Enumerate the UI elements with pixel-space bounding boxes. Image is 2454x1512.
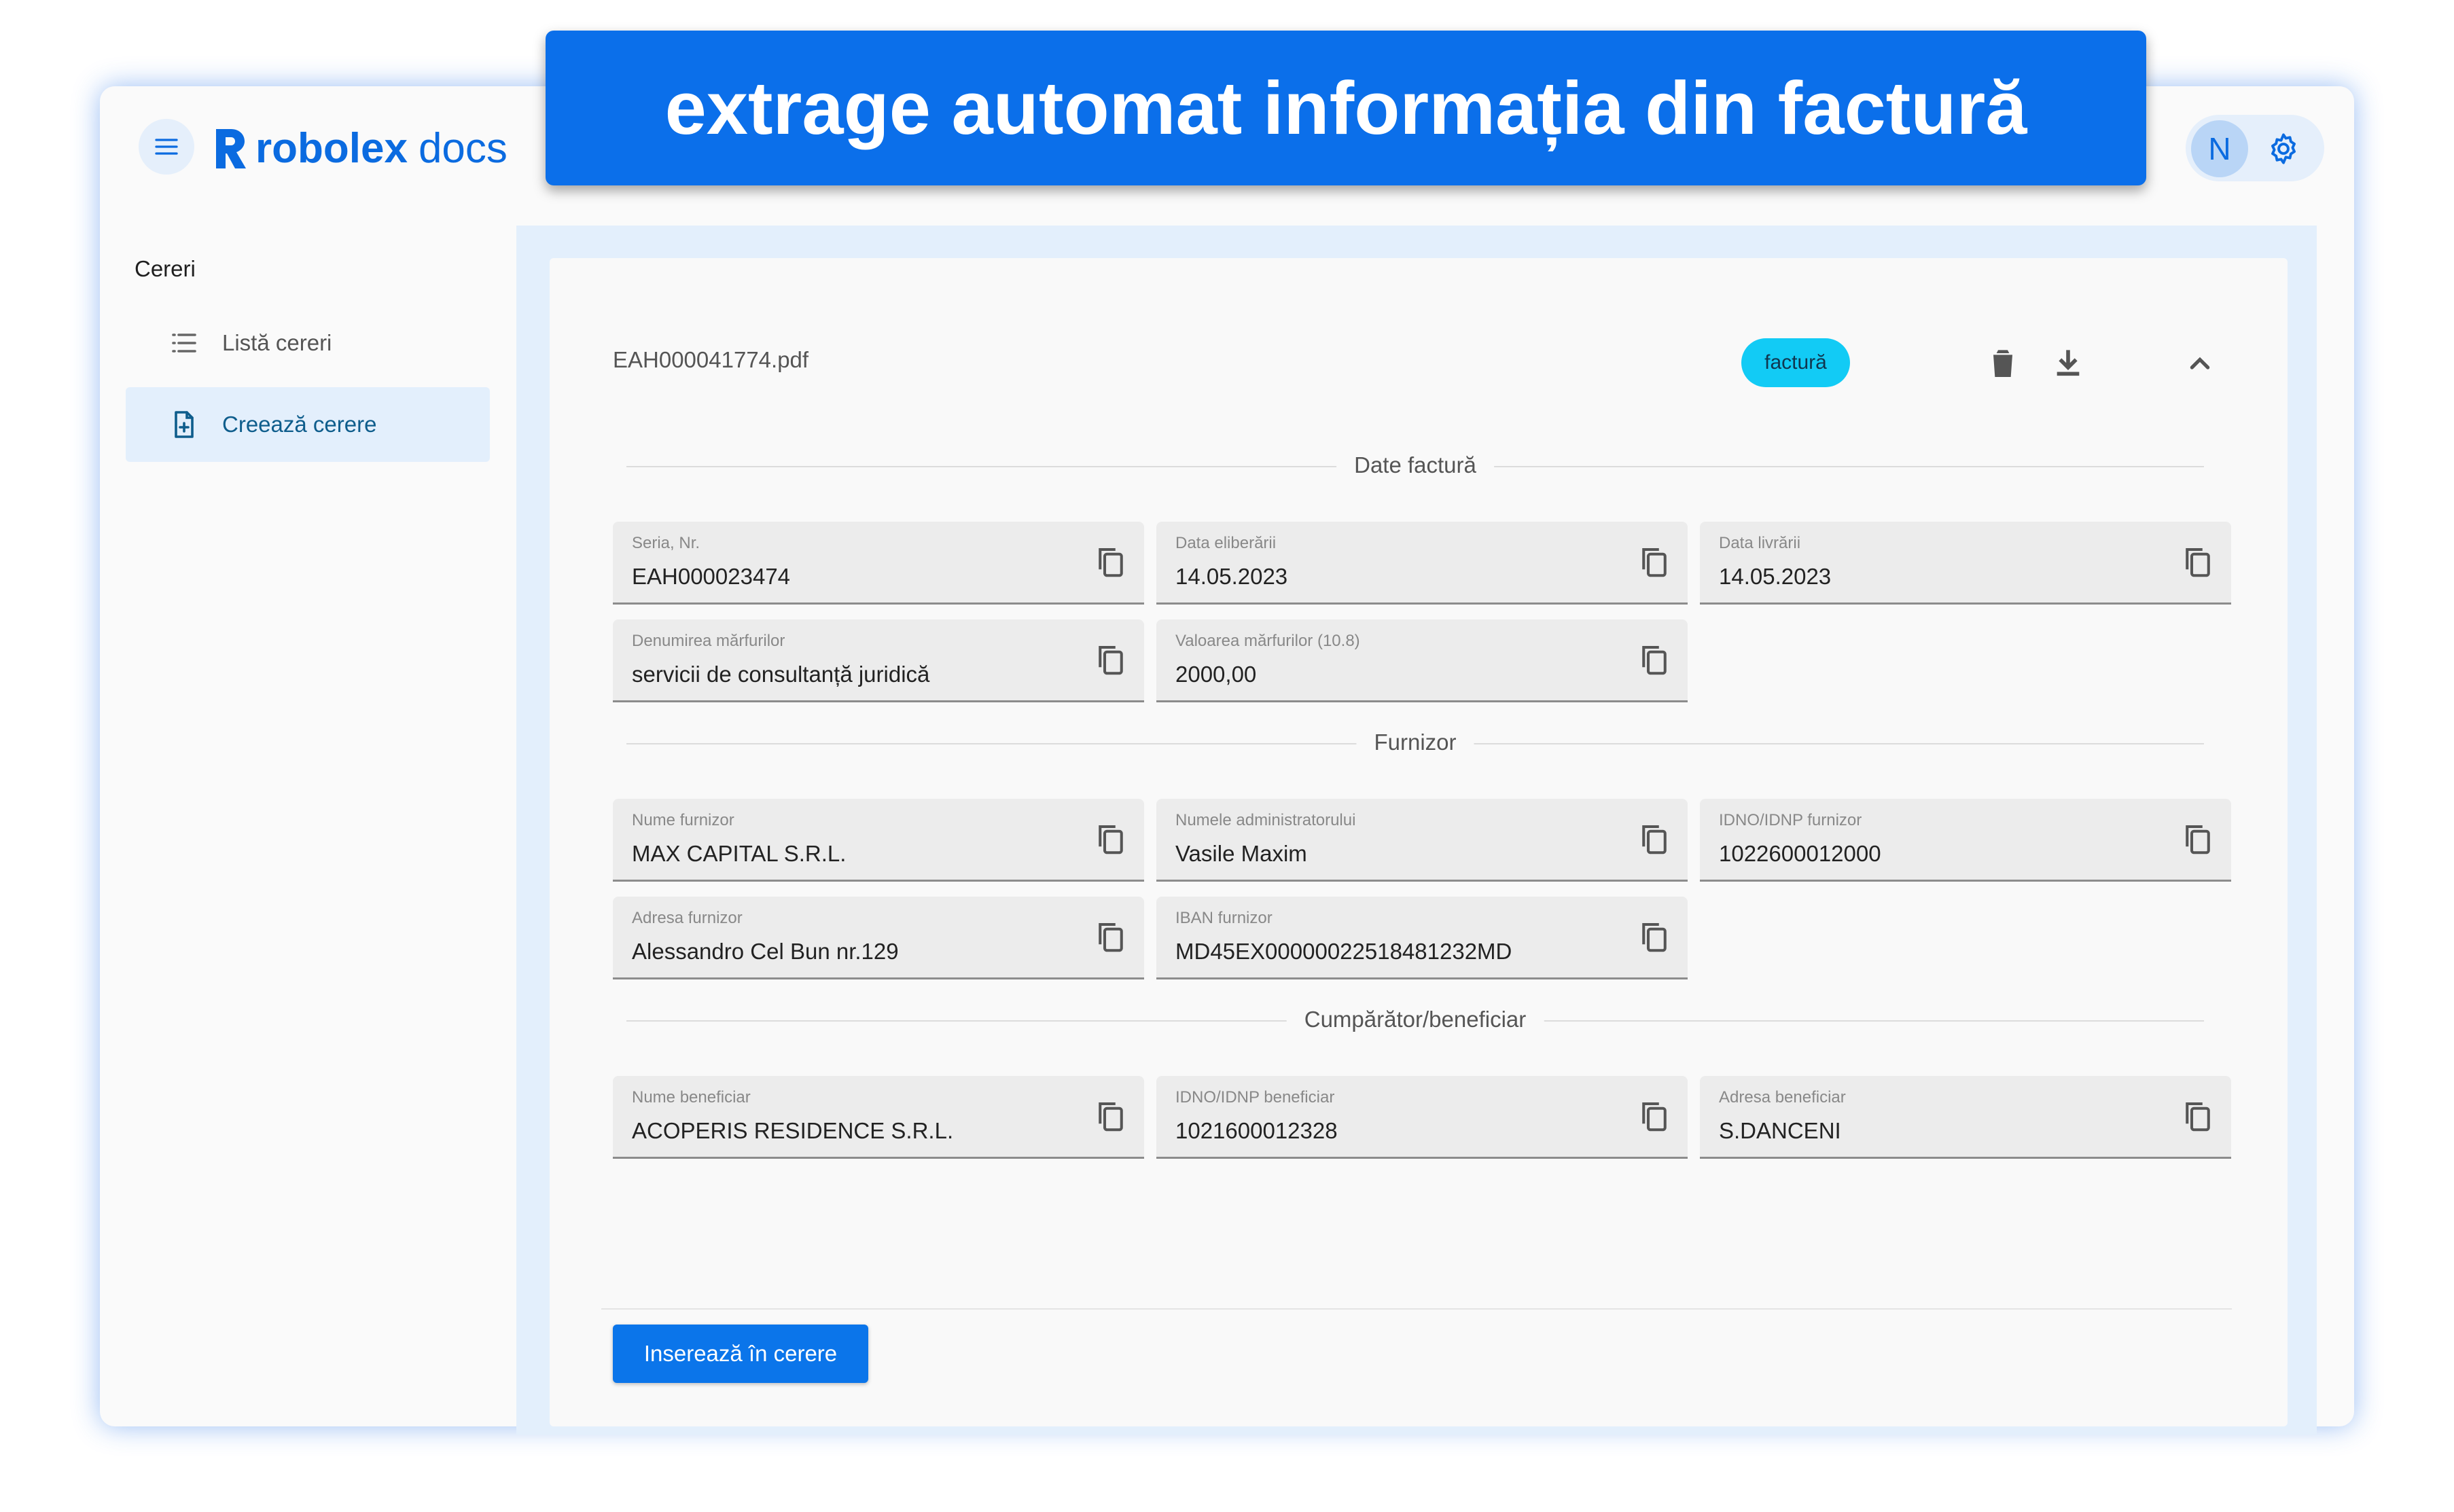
- download-icon[interactable]: [2049, 344, 2087, 382]
- insert-into-request-button[interactable]: Inserează în cerere: [613, 1325, 868, 1383]
- field-supplier-address[interactable]: Adresa furnizor Alessandro Cel Bun nr.12…: [613, 897, 1144, 979]
- field-supplier-name[interactable]: Nume furnizor MAX CAPITAL S.R.L.: [613, 799, 1144, 882]
- field-issue-date[interactable]: Data eliberării 14.05.2023: [1156, 522, 1688, 605]
- copy-icon[interactable]: [1636, 543, 1673, 580]
- chevron-up-icon[interactable]: [2181, 344, 2219, 382]
- file-name[interactable]: EAH000041774.pdf: [613, 347, 808, 373]
- menu-icon: [155, 139, 178, 155]
- sidebar-item-create-request[interactable]: Creează cerere: [126, 387, 490, 462]
- gear-icon[interactable]: [2266, 131, 2301, 166]
- field-beneficiary-name[interactable]: Nume beneficiar ACOPERIS RESIDENCE S.R.L…: [613, 1076, 1144, 1159]
- delete-icon[interactable]: [1984, 344, 2022, 382]
- field-delivery-date[interactable]: Data livrării 14.05.2023: [1700, 522, 2231, 605]
- divider: [601, 1308, 2232, 1310]
- sidebar-item-request-list[interactable]: Listă cereri: [126, 306, 490, 380]
- copy-icon[interactable]: [2180, 543, 2216, 580]
- copy-icon[interactable]: [1092, 821, 1129, 857]
- brand-name: robolex: [255, 125, 408, 172]
- copy-icon[interactable]: [1092, 543, 1129, 580]
- field-series-number[interactable]: Seria, Nr. EAH000023474: [613, 522, 1144, 605]
- section-supplier-header: Furnizor: [626, 730, 2204, 757]
- field-beneficiary-address[interactable]: Adresa beneficiar S.DANCENI: [1700, 1076, 2231, 1159]
- copy-icon[interactable]: [2180, 1098, 2216, 1134]
- copy-icon[interactable]: [1636, 1098, 1673, 1134]
- section-invoice-header: Date factură: [626, 452, 2204, 480]
- field-goods-value[interactable]: Valoarea mărfurilor (10.8) 2000,00: [1156, 619, 1688, 702]
- copy-icon[interactable]: [1092, 641, 1129, 678]
- section-title: Cumpărător/beneficiar: [1286, 1007, 1544, 1032]
- copy-icon[interactable]: [1092, 1098, 1129, 1134]
- copy-icon[interactable]: [1636, 918, 1673, 955]
- field-supplier-iban[interactable]: IBAN furnizor MD45EX0000002251848123​2MD: [1156, 897, 1688, 979]
- section-title: Date factură: [1336, 452, 1494, 478]
- brand-logo[interactable]: robolex docs: [212, 124, 508, 173]
- section-title: Furnizor: [1356, 730, 1474, 755]
- sidebar-item-label: Creează cerere: [222, 412, 377, 437]
- list-icon: [172, 334, 196, 353]
- field-supplier-idno[interactable]: IDNO/IDNP furnizor 1022600012000: [1700, 799, 2231, 882]
- copy-icon[interactable]: [1092, 918, 1129, 955]
- user-controls: N: [2186, 115, 2324, 181]
- copy-icon[interactable]: [2180, 821, 2216, 857]
- sidebar-heading: Cereri: [135, 256, 196, 281]
- field-goods-name[interactable]: Denumirea mărfurilor servicii de consult…: [613, 619, 1144, 702]
- section-buyer-header: Cumpărător/beneficiar: [626, 1007, 2204, 1034]
- logo-mark-icon: [216, 128, 246, 168]
- field-administrator-name[interactable]: Numele administratorului Vasile Maxim: [1156, 799, 1688, 882]
- brand-suffix: docs: [418, 125, 508, 172]
- document-type-chip: factură: [1741, 338, 1850, 387]
- promo-banner: extrage automat informația din factură: [546, 31, 2146, 185]
- field-beneficiary-idno[interactable]: IDNO/IDNP beneficiar 1021600012328: [1156, 1076, 1688, 1159]
- copy-icon[interactable]: [1636, 641, 1673, 678]
- avatar[interactable]: N: [2191, 120, 2248, 177]
- file-add-icon: [175, 411, 194, 438]
- menu-button[interactable]: [139, 119, 194, 175]
- sidebar-item-label: Listă cereri: [222, 330, 332, 355]
- copy-icon[interactable]: [1636, 821, 1673, 857]
